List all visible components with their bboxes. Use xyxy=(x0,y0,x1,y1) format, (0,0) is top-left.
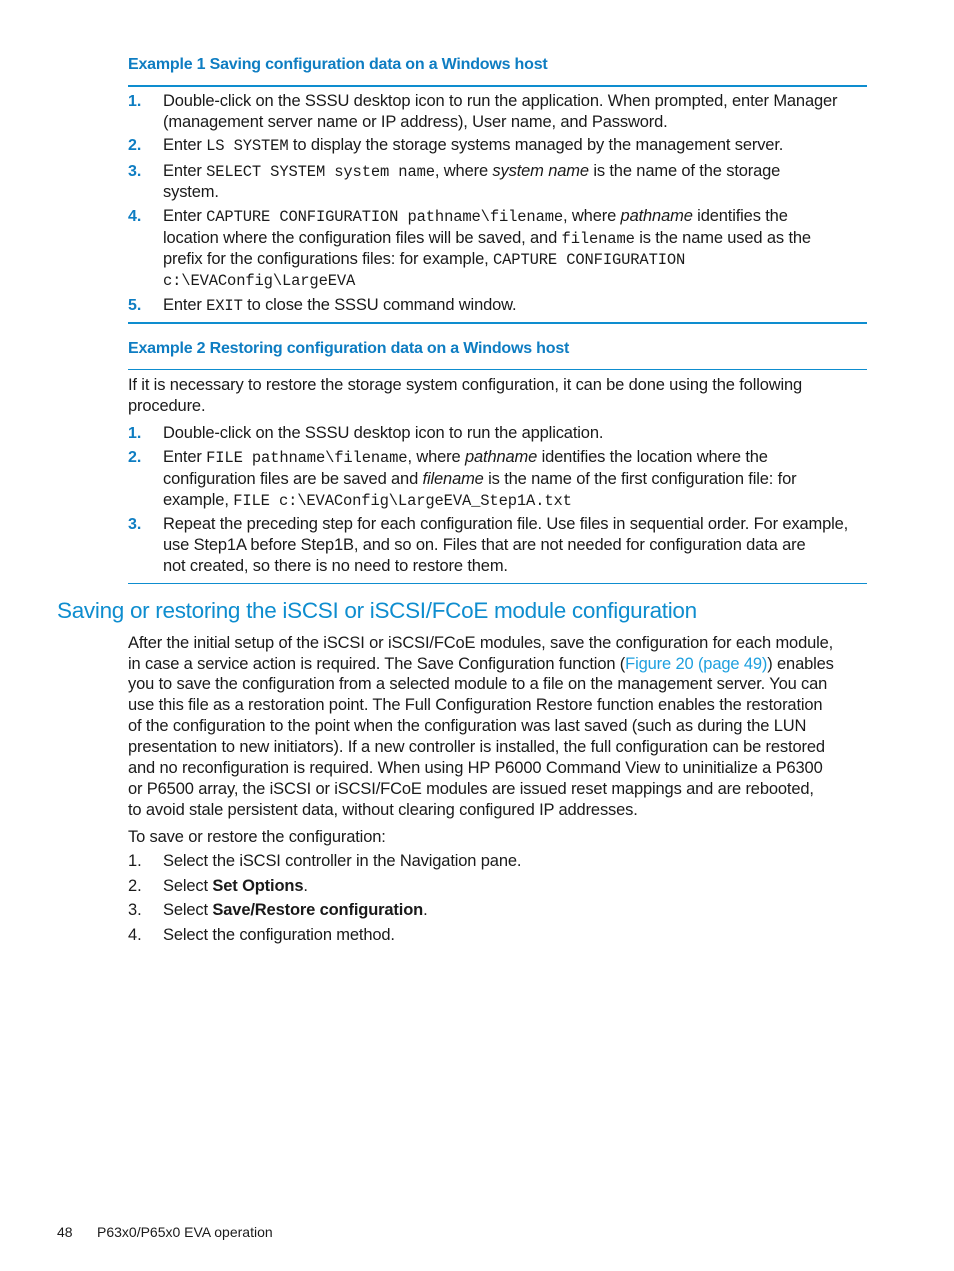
example-2-step-2-number: 2. xyxy=(128,449,142,466)
example-1-step-1-line-2: (management server name or IP address), … xyxy=(163,113,668,131)
figure-20-link[interactable]: Figure 20 (page 49) xyxy=(625,655,767,673)
code-exit: EXIT xyxy=(206,297,243,315)
section-step-1-number: 1. xyxy=(128,852,142,870)
code-select-system: SELECT SYSTEM system name xyxy=(206,163,435,181)
example-1-top-rule xyxy=(128,85,867,87)
example-2-title: Example 2 Restoring configuration data o… xyxy=(128,340,570,357)
set-options-label: Set Options xyxy=(212,877,304,895)
section-step-2-number: 2. xyxy=(128,877,142,895)
example-1-step-3-line-2: system. xyxy=(163,183,219,201)
example-2-step-3-number: 3. xyxy=(128,516,142,533)
example-2-intro-line-2: procedure. xyxy=(128,397,206,415)
section-para-line-8: or P6500 array, the iSCSI or iSCSI/FCoE … xyxy=(128,780,814,798)
section-step-1-text: Select the iSCSI controller in the Navig… xyxy=(163,852,522,870)
example-1-step-1-line-1: Double-click on the SSSU desktop icon to… xyxy=(163,92,838,110)
example-1-step-4-line-1: Enter CAPTURE CONFIGURATION pathname\fil… xyxy=(163,207,788,226)
section-para-line-2: in case a service action is required. Th… xyxy=(128,655,834,673)
section-heading: Saving or restoring the iSCSI or iSCSI/F… xyxy=(57,598,697,623)
example-1-step-3-number: 3. xyxy=(128,163,142,180)
page-number: 48 xyxy=(57,1224,73,1240)
example-2-bottom-rule xyxy=(128,583,867,584)
example-2-step-3-line-2: use Step1A before Step1B, and so on. Fil… xyxy=(163,536,806,554)
example-2-step-3-line-3: not created, so there is no need to rest… xyxy=(163,557,508,575)
save-restore-configuration-label: Save/Restore configuration xyxy=(212,901,424,919)
example-2-step-2-line-1: Enter FILE pathname\filename, where path… xyxy=(163,448,768,467)
code-file: FILE pathname\filename xyxy=(206,449,408,467)
example-2-step-3-line-1: Repeat the preceding step for each confi… xyxy=(163,515,849,533)
section-para-line-9: to avoid stale persistent data, without … xyxy=(128,801,638,819)
example-2-intro-line-1: If it is necessary to restore the storag… xyxy=(128,376,803,394)
section-para-line-7: and no reconfiguration is required. When… xyxy=(128,759,823,777)
section-step-3-text: Select Save/Restore configuration. xyxy=(163,901,428,919)
section-para-line-1: After the initial setup of the iSCSI or … xyxy=(128,634,834,652)
example-1-step-4-line-2: location where the configuration files w… xyxy=(163,229,811,248)
example-1-step-5-text: Enter EXIT to close the SSSU command win… xyxy=(163,296,517,315)
example-2-step-2-line-3: example, FILE c:\EVAConfig\LargeEVA_Step… xyxy=(163,491,572,510)
example-1-bottom-rule xyxy=(128,322,867,324)
section-para-line-3: you to save the configuration from a sel… xyxy=(128,675,828,693)
section-para-line-5: of the configuration to the point when t… xyxy=(128,717,807,735)
example-1-step-4-number: 4. xyxy=(128,208,142,225)
example-1-step-2-text: Enter LS SYSTEM to display the storage s… xyxy=(163,136,784,155)
section-para-line-4: use this file as a restoration point. Th… xyxy=(128,696,823,714)
example-2-step-2-line-2: configuration files are be saved and fil… xyxy=(163,470,797,488)
section-step-4-number: 4. xyxy=(128,926,142,944)
example-1-step-4-line-4: c:\EVAConfig\LargeEVA xyxy=(163,272,356,290)
code-capture-configuration: CAPTURE CONFIGURATION pathname\filename xyxy=(206,208,564,226)
example-1-step-3-text: Enter SELECT SYSTEM system name, where s… xyxy=(163,162,781,181)
example-1-title: Example 1 Saving configuration data on a… xyxy=(128,56,548,73)
footer-title: P63x0/P65x0 EVA operation xyxy=(97,1224,273,1240)
code-ls-system: LS SYSTEM xyxy=(206,137,289,155)
section-step-3-number: 3. xyxy=(128,901,142,919)
section-lead: To save or restore the configuration: xyxy=(128,828,386,846)
example-2-step-1-text: Double-click on the SSSU desktop icon to… xyxy=(163,424,604,442)
example-2-step-1-number: 1. xyxy=(128,425,142,442)
example-1-step-1-number: 1. xyxy=(128,93,142,110)
section-step-4-text: Select the configuration method. xyxy=(163,926,395,944)
example-1-step-4-line-3: prefix for the configurations files: for… xyxy=(163,250,686,269)
example-1-step-2-number: 2. xyxy=(128,137,142,154)
section-para-line-6: presentation to new initiators). If a ne… xyxy=(128,738,825,756)
section-step-2-text: Select Set Options. xyxy=(163,877,308,895)
example-1-step-5-number: 5. xyxy=(128,297,142,314)
example-2-top-rule xyxy=(128,369,867,370)
